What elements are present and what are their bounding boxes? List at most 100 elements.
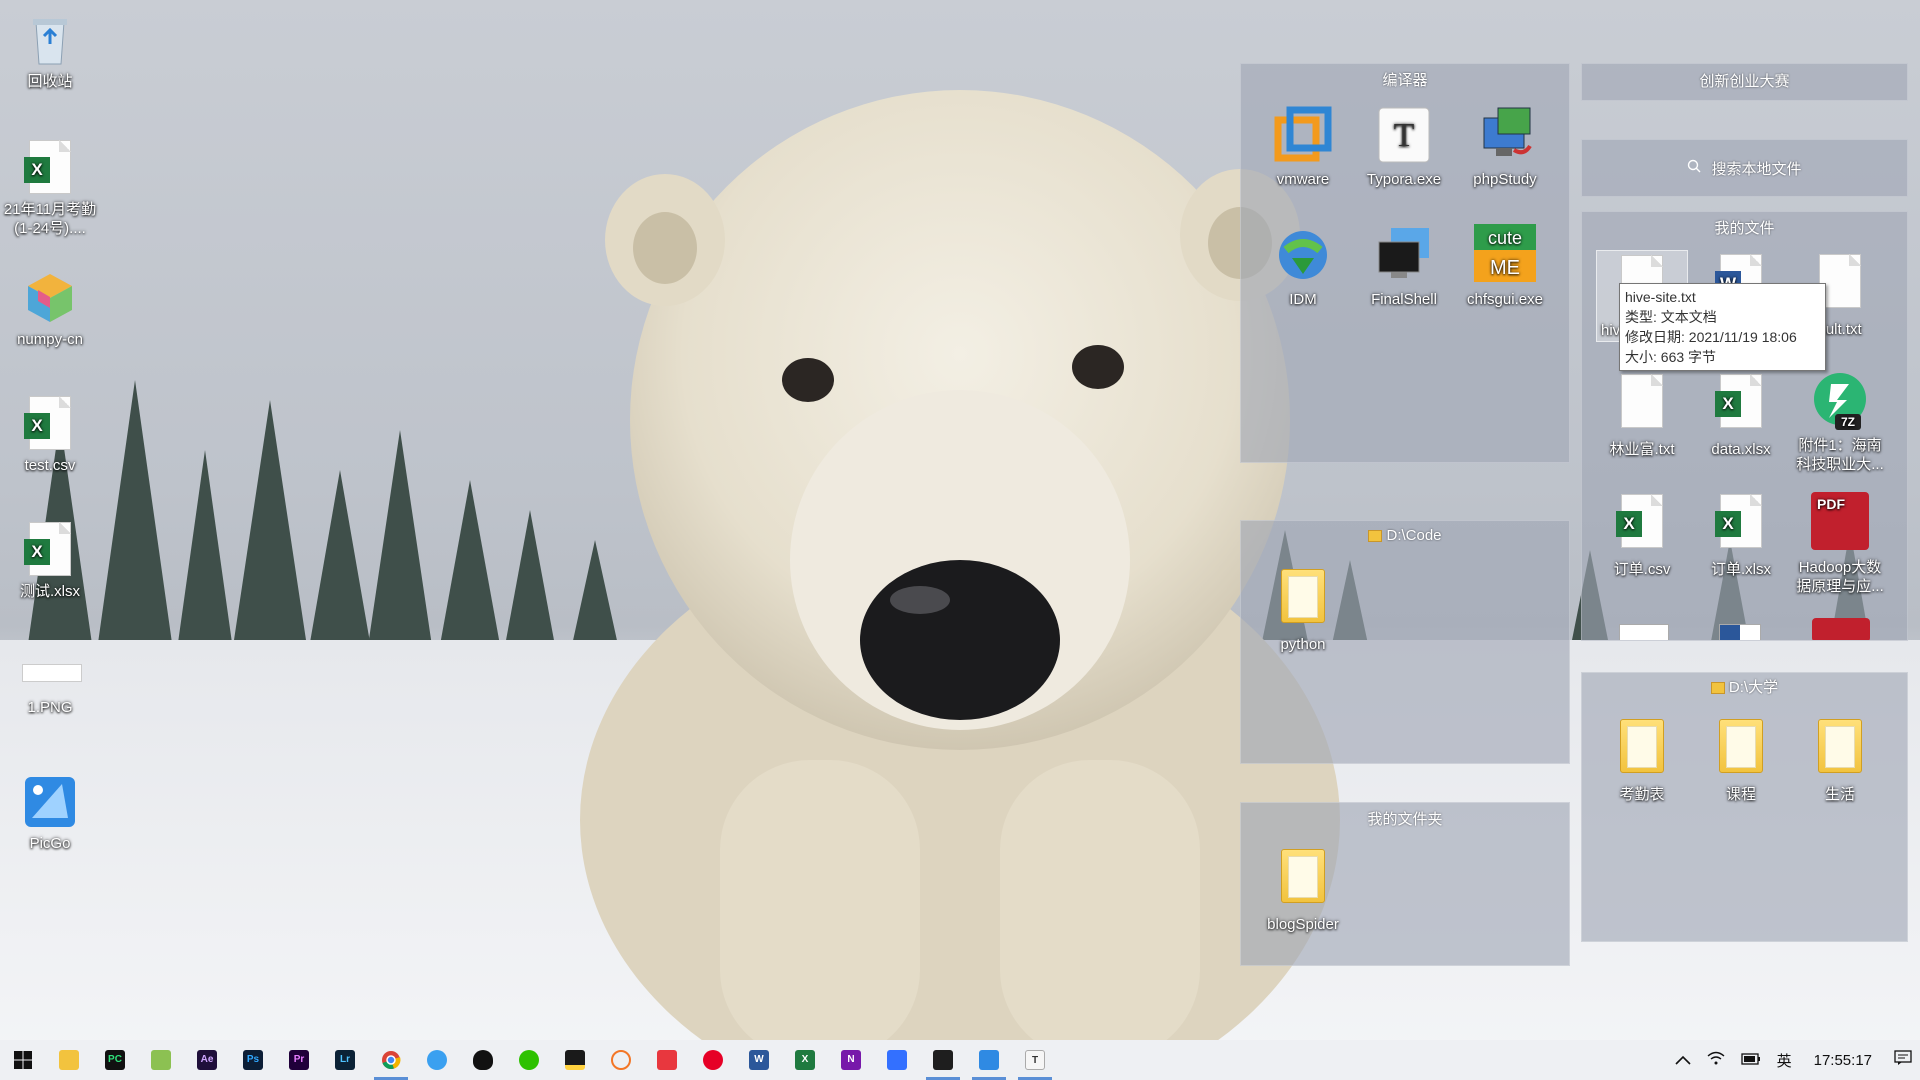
fence-item-label: 生活 (1824, 786, 1855, 803)
taskbar-file-explorer[interactable] (46, 1040, 92, 1080)
fence-item-attachment-7z[interactable]: 7Z 附件1：海南科技职业大... (1794, 370, 1886, 474)
taskbar-chrome[interactable] (368, 1040, 414, 1080)
desktop-icon-recycle-bin[interactable]: 回收站 (0, 12, 100, 91)
partial-image-file-icon[interactable] (1619, 624, 1669, 640)
fence-item-label: python (1280, 636, 1326, 653)
taskbar-sticky-notes[interactable] (552, 1040, 598, 1080)
fence-item-hadoop-pdf[interactable]: PDF Hadoop大数据原理与应... (1794, 490, 1886, 596)
shortcut-folder-icon (1710, 682, 1725, 695)
taskbar-jupyter[interactable] (598, 1040, 644, 1080)
fence-item-label: blogSpider (1267, 916, 1339, 933)
sticky-notes-icon (565, 1050, 585, 1070)
wifi-icon[interactable] (1707, 1051, 1725, 1069)
fence-item-data-xlsx[interactable]: X data.xlsx (1695, 370, 1787, 459)
desktop-icon-attendance-xlsx[interactable]: X 21年11月考勤(1-24号).... (0, 138, 100, 238)
fence-item-order-csv[interactable]: X 订单.csv (1596, 490, 1688, 579)
fence-item-label: chfsgui.exe (1467, 291, 1543, 308)
clock[interactable]: 17:55:17 (1814, 1052, 1872, 1069)
fence-item-order-xlsx[interactable]: X 订单.xlsx (1695, 490, 1787, 579)
terminal-icon (933, 1050, 953, 1070)
taskbar-baidu-netdisk[interactable] (414, 1040, 460, 1080)
folder-icon (1710, 719, 1772, 781)
svg-text:T: T (1394, 117, 1415, 154)
partial-word-file-icon[interactable] (1719, 624, 1761, 640)
phpstudy-icon (1474, 104, 1536, 166)
taskbar-pycharm[interactable]: PC (92, 1040, 138, 1080)
taskbar-notepad-plus[interactable] (138, 1040, 184, 1080)
taskbar-terminal[interactable] (920, 1040, 966, 1080)
taskbar-feishu[interactable] (874, 1040, 920, 1080)
fence-item-finalshell[interactable]: FinalShell (1358, 224, 1450, 309)
input-method-indicator[interactable]: 英 (1777, 1050, 1792, 1071)
fence-title: 我的文件 (1714, 220, 1775, 237)
desktop-icon-label: 测试.xlsx (19, 583, 80, 600)
fence-contest[interactable]: 创新创业大赛 (1581, 63, 1908, 101)
taskbar-picgo[interactable] (966, 1040, 1012, 1080)
fence-item-label: phpStudy (1473, 171, 1537, 188)
fence-item-attendance-folder[interactable]: 考勤表 (1596, 715, 1688, 804)
desktop-icon-label: numpy-cn (17, 331, 83, 348)
chevron-up-icon[interactable] (1675, 1052, 1691, 1069)
taskbar-word[interactable]: W (736, 1040, 782, 1080)
baidu-netdisk-icon (427, 1050, 447, 1070)
desktop-icon-1-png[interactable]: 1.PNG (0, 658, 100, 717)
lightroom-icon: Lr (335, 1050, 355, 1070)
desktop-icon-picgo[interactable]: PicGo (0, 774, 100, 853)
pycharm-icon: PC (105, 1050, 125, 1070)
start-button[interactable] (0, 1040, 46, 1080)
fence-my-files: 我的文件 hiv W sult.txt 林业富.txt X data.xlsx … (1581, 211, 1908, 641)
desktop-icon-test-xlsx[interactable]: X 测试.xlsx (0, 520, 100, 601)
windows-start-icon (14, 1051, 32, 1069)
pdf-file-icon: PDF (1809, 492, 1871, 554)
taskbar-xmind[interactable] (644, 1040, 690, 1080)
netease-music-icon (703, 1050, 723, 1070)
fence-item-chfsgui[interactable]: cute ME chfsgui.exe (1459, 224, 1551, 309)
file-explorer-icon (59, 1050, 79, 1070)
fence-item-phpstudy[interactable]: phpStudy (1459, 104, 1551, 189)
shortcut-folder-icon (1368, 530, 1383, 543)
fence-item-label: 订单.xlsx (1710, 561, 1771, 578)
taskbar-wechat[interactable] (506, 1040, 552, 1080)
fence-item-life-folder[interactable]: 生活 (1794, 715, 1886, 804)
local-file-search-box[interactable]: 搜索本地文件 (1581, 139, 1908, 197)
taskbar-photoshop[interactable]: Ps (230, 1040, 276, 1080)
7zip-archive-icon: 7Z (1809, 370, 1871, 432)
taskbar-premiere[interactable]: Pr (276, 1040, 322, 1080)
fence-item-python-folder[interactable]: python (1257, 565, 1349, 654)
fence-item-label: vmware (1276, 171, 1330, 188)
fence-item-linyefu-txt[interactable]: 林业富.txt (1596, 370, 1688, 459)
fence-item-label: FinalShell (1371, 291, 1437, 308)
fence-item-idm[interactable]: IDM (1257, 224, 1349, 309)
svg-text:7Z: 7Z (1841, 415, 1855, 429)
desktop-icon-label: 21年11月考勤(1-24号).... (3, 201, 97, 237)
taskbar-qq[interactable] (460, 1040, 506, 1080)
chrome-icon (382, 1051, 401, 1070)
search-placeholder: 搜索本地文件 (1711, 160, 1802, 178)
notification-center-icon[interactable] (1894, 1050, 1912, 1070)
fence-my-folder: 我的文件夹 blogSpider (1240, 802, 1570, 966)
fence-item-vmware[interactable]: vmware (1257, 104, 1349, 189)
battery-icon[interactable] (1740, 1052, 1761, 1069)
taskbar-lightroom[interactable]: Lr (322, 1040, 368, 1080)
fence-item-blogspider-folder[interactable]: blogSpider (1257, 845, 1349, 934)
vmware-icon (1272, 104, 1334, 166)
numpy-cube-icon (22, 270, 78, 326)
desktop-icon-label: 回收站 (27, 73, 73, 90)
fence-item-courses-folder[interactable]: 课程 (1695, 715, 1787, 804)
fence-item-label: Typora.exe (1366, 171, 1442, 188)
desktop-icon-test-csv[interactable]: X test.csv (0, 394, 100, 475)
fence-item-typora[interactable]: T Typora.exe (1358, 104, 1450, 189)
qq-icon (473, 1050, 493, 1070)
desktop-icon-numpy-cn[interactable]: numpy-cn (0, 270, 100, 349)
taskbar-excel[interactable]: X (782, 1040, 828, 1080)
taskbar-typora[interactable]: T (1012, 1040, 1058, 1080)
picgo-icon (979, 1050, 999, 1070)
text-file-icon (1611, 374, 1673, 436)
feishu-icon (887, 1050, 907, 1070)
taskbar-after-effects[interactable]: Ae (184, 1040, 230, 1080)
photoshop-icon: Ps (243, 1050, 263, 1070)
taskbar-netease-music[interactable] (690, 1040, 736, 1080)
tooltip-file-size: 大小: 663 字节 (1625, 349, 1717, 365)
taskbar-onenote[interactable]: N (828, 1040, 874, 1080)
partial-pdf-file-icon[interactable] (1812, 618, 1870, 640)
